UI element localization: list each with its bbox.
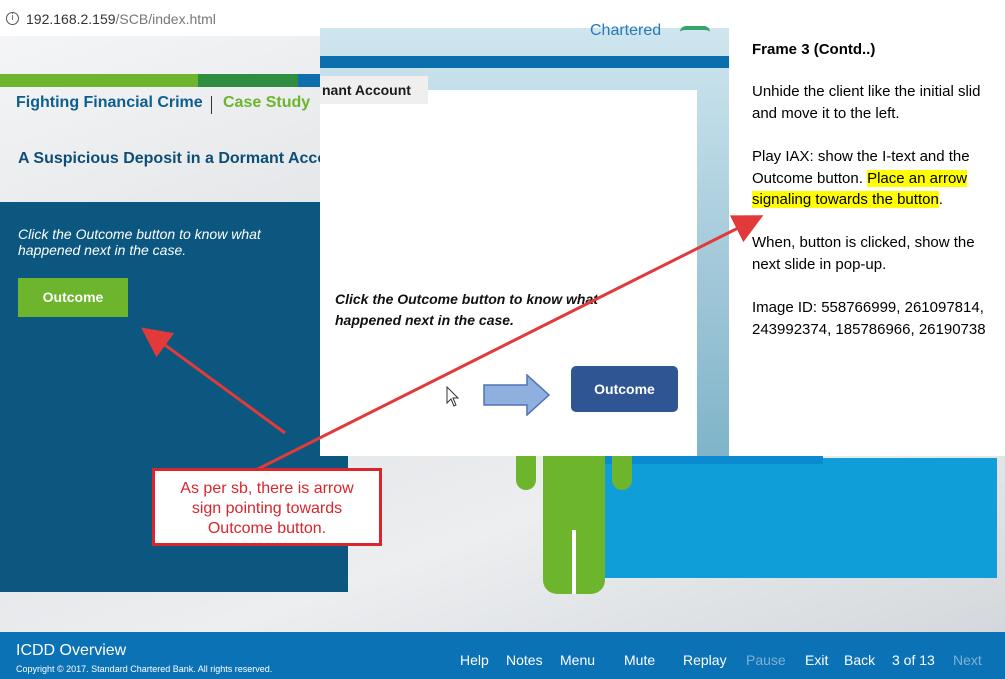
callout-line: As per sb, there is arrow bbox=[180, 480, 354, 497]
annotation-arrow-left bbox=[141, 327, 286, 435]
callout-line: Outcome button. bbox=[207, 520, 327, 537]
annotation-arrow-right bbox=[245, 215, 764, 477]
callout-line: sign pointing towards bbox=[191, 500, 343, 517]
annotation-callout: As per sb, there is arrow sign pointing … bbox=[152, 468, 382, 546]
annotation-arrows bbox=[141, 215, 764, 477]
